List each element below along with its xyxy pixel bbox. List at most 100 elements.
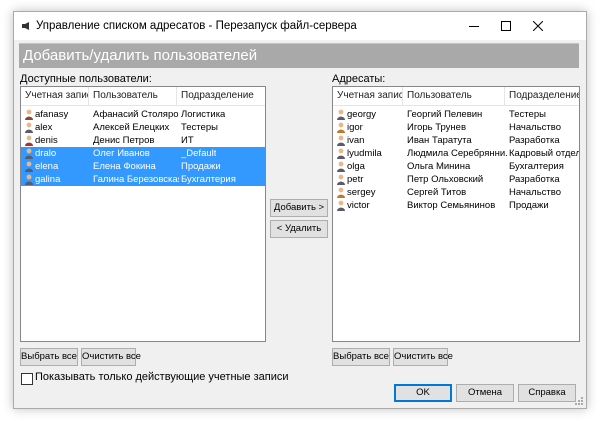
user-cell: Виктор Семьянинов — [407, 200, 496, 211]
recipients-select-all-button[interactable]: Выбрать все — [332, 348, 390, 366]
account-text: denis — [35, 135, 58, 146]
ok-button[interactable]: OK — [394, 384, 452, 402]
close-icon — [533, 21, 543, 31]
user-cell: Георгий Пелевин — [407, 109, 483, 120]
available-select-all-button[interactable]: Выбрать все — [20, 348, 78, 366]
available-users-list[interactable]: Учетная запись Пользователь Подразделени… — [20, 86, 266, 342]
user-icon — [337, 187, 345, 198]
dialog-window: Управление списком адресатов - Перезапус… — [13, 11, 587, 409]
dept-cell: Тестеры — [509, 109, 546, 120]
recipients-label: Адресаты: — [332, 73, 386, 85]
column-header-user[interactable]: Пользователь — [403, 87, 505, 105]
list-row[interactable]: ivan Иван Таратута Разработка — [333, 134, 579, 147]
account-cell: denis — [25, 134, 91, 147]
user-cell: Елена Фокина — [93, 161, 156, 172]
user-icon — [337, 135, 345, 146]
dept-cell: Бухгалтерия — [509, 161, 564, 172]
add-button[interactable]: Добавить > — [270, 199, 328, 217]
list-row[interactable]: galina Галина Березовская Бухгалтерия — [21, 173, 265, 186]
user-cell: Афанасий Столяров — [93, 109, 179, 120]
account-text: georgy — [347, 109, 377, 120]
recipients-clear-all-button[interactable]: Очистить все — [393, 348, 453, 366]
account-cell: sergey — [337, 186, 405, 199]
user-cell: Петр Ольховский — [407, 174, 484, 185]
user-icon — [25, 148, 33, 159]
list-row[interactable]: sergey Сергей Титов Начальство — [333, 186, 579, 199]
account-cell: elena — [25, 160, 91, 173]
column-header-dept[interactable]: Подразделение — [505, 87, 579, 105]
dept-cell: Разработка — [509, 174, 560, 185]
list-row[interactable]: igor Игорь Трунев Начальство — [333, 121, 579, 134]
user-cell: Олег Иванов — [93, 148, 150, 159]
recipients-list-header: Учетная запись Пользователь Подразделени… — [333, 87, 579, 106]
column-header-dept[interactable]: Подразделение — [177, 87, 265, 105]
resize-grip-icon[interactable] — [574, 396, 584, 406]
account-text: alex — [35, 122, 53, 133]
user-cell: Сергей Титов — [407, 187, 467, 198]
user-cell: Игорь Трунев — [407, 122, 467, 133]
help-button[interactable]: Справка — [518, 384, 576, 402]
dept-cell: Начальство — [509, 187, 561, 198]
list-row[interactable]: denis Денис Петров ИТ — [21, 134, 265, 147]
user-cell: Иван Таратута — [407, 135, 472, 146]
maximize-button[interactable] — [490, 12, 522, 40]
account-cell: alex — [25, 121, 91, 134]
user-icon — [25, 109, 33, 120]
recipients-list[interactable]: Учетная запись Пользователь Подразделени… — [332, 86, 580, 342]
dept-cell: Продажи — [509, 200, 549, 211]
user-icon — [337, 161, 345, 172]
dept-cell: _Default — [181, 148, 217, 159]
list-row[interactable]: afanasy Афанасий Столяров Логистика — [21, 108, 265, 121]
account-text: petr — [347, 174, 364, 185]
dept-cell: Кадровый отдел — [509, 148, 580, 159]
active-only-label: Показывать только действующие учетные за… — [35, 371, 289, 383]
column-header-user[interactable]: Пользователь — [89, 87, 177, 105]
active-only-checkbox[interactable] — [21, 373, 33, 385]
user-icon — [337, 148, 345, 159]
account-text: dralo — [35, 148, 57, 159]
account-text: victor — [347, 200, 370, 211]
account-text: olga — [347, 161, 365, 172]
window-title: Управление списком адресатов - Перезапус… — [36, 20, 357, 32]
user-cell: Людмила Серебрянни... — [407, 148, 507, 159]
dept-cell: Тестеры — [181, 122, 218, 133]
account-text: lyudmila — [347, 148, 382, 159]
account-cell: dralo — [25, 147, 91, 160]
minimize-button[interactable] — [458, 12, 490, 40]
user-cell: Галина Березовская — [93, 174, 179, 185]
app-icon — [22, 22, 29, 30]
column-header-account[interactable]: Учетная запись — [21, 87, 89, 105]
list-row[interactable]: lyudmila Людмила Серебрянни... Кадровый от… — [333, 147, 579, 160]
account-cell: afanasy — [25, 108, 91, 121]
account-cell: igor — [337, 121, 405, 134]
account-text: elena — [35, 161, 59, 172]
dept-cell: Начальство — [509, 122, 561, 133]
list-row[interactable]: olga Ольга Минина Бухгалтерия — [333, 160, 579, 173]
column-header-account[interactable]: Учетная запись — [333, 87, 403, 105]
list-row[interactable]: elena Елена Фокина Продажи — [21, 160, 265, 173]
list-row[interactable]: petr Петр Ольховский Разработка — [333, 173, 579, 186]
list-row[interactable]: dralo Олег Иванов _Default — [21, 147, 265, 160]
account-text: galina — [35, 174, 61, 185]
account-cell: ivan — [337, 134, 405, 147]
section-header: Добавить/удалить пользователей — [19, 43, 579, 68]
recipients-rows: georgy Георгий Пелевин Тестеры igor Игорь Тр… — [333, 108, 579, 212]
user-cell: Ольга Минина — [407, 161, 471, 172]
remove-button[interactable]: < Удалить — [270, 220, 328, 238]
list-row[interactable]: georgy Георгий Пелевин Тестеры — [333, 108, 579, 121]
user-icon — [337, 200, 345, 211]
user-cell: Денис Петров — [93, 135, 155, 146]
user-icon — [25, 122, 33, 133]
available-clear-all-button[interactable]: Очистить все — [81, 348, 141, 366]
cancel-button[interactable]: Отмена — [456, 384, 514, 402]
dept-cell: Логистика — [181, 109, 226, 120]
dept-cell: ИТ — [181, 135, 194, 146]
account-text: afanasy — [35, 109, 69, 120]
user-icon — [25, 161, 33, 172]
available-list-header: Учетная запись Пользователь Подразделени… — [21, 87, 265, 106]
dept-cell: Продажи — [181, 161, 221, 172]
close-button[interactable] — [522, 12, 554, 40]
list-row[interactable]: alex Алексей Елецких Тестеры — [21, 121, 265, 134]
list-row[interactable]: victor Виктор Семьянинов Продажи — [333, 199, 579, 212]
user-icon — [25, 135, 33, 146]
